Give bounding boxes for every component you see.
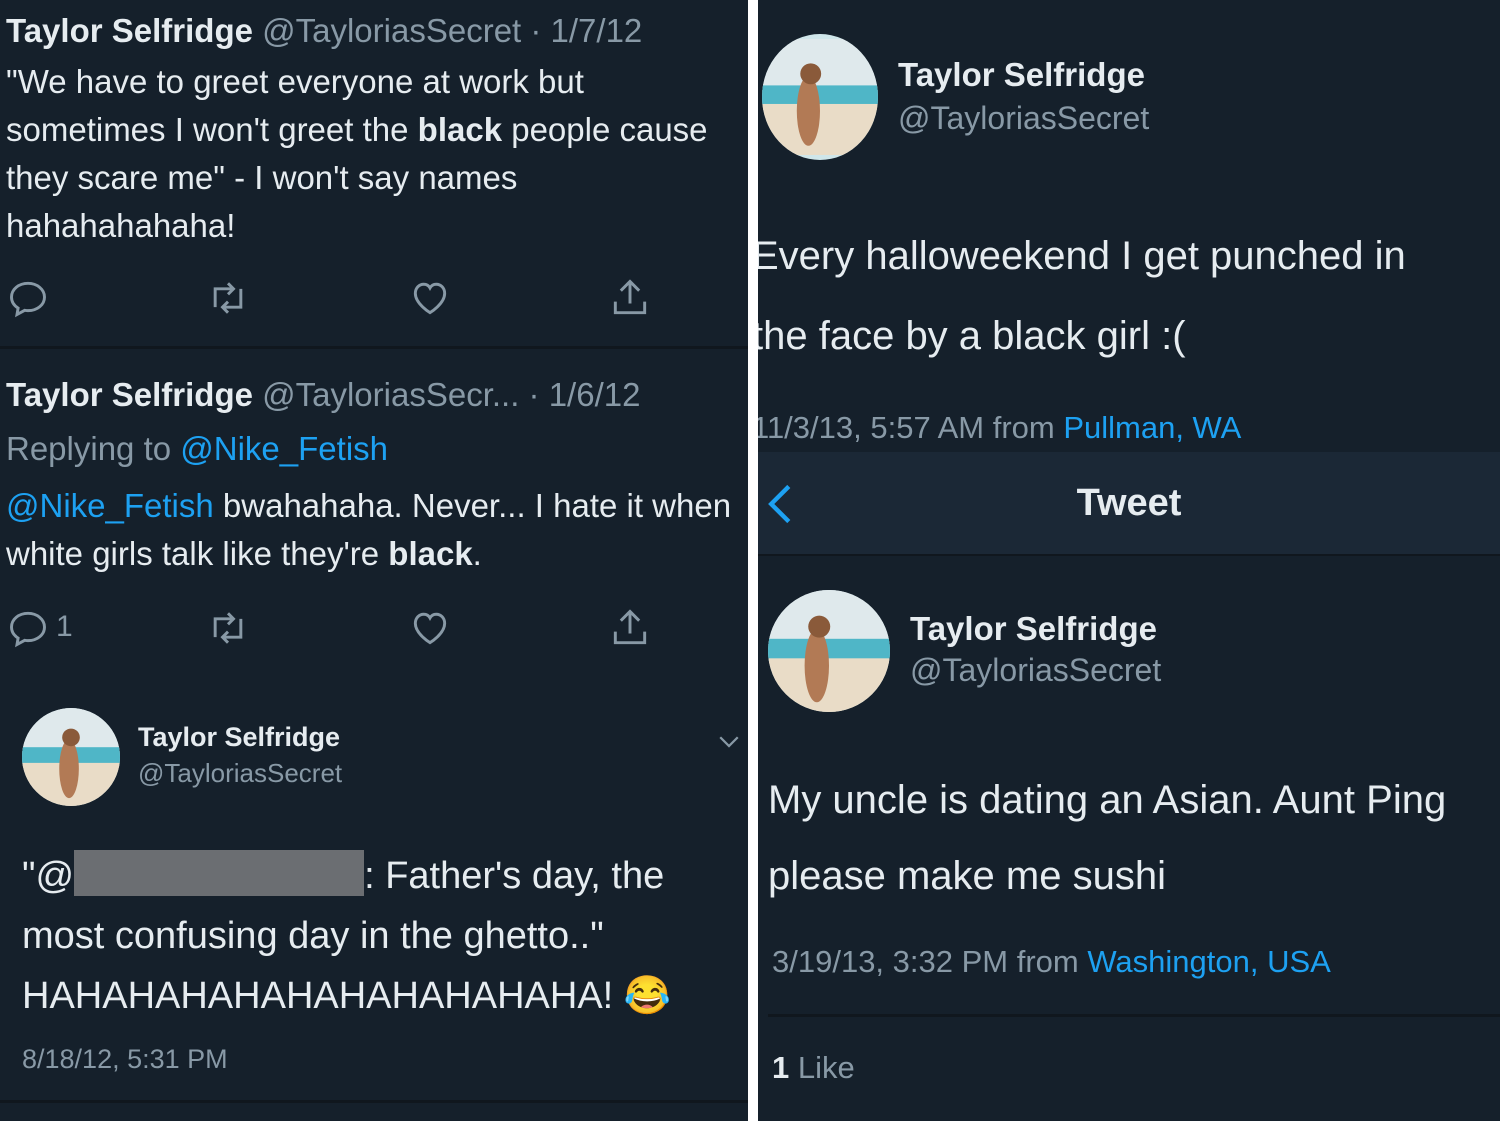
tweet-text: @Nike_Fetish bwahahaha. Never... I hate … bbox=[6, 487, 732, 572]
author-handle[interactable]: @TayloriasSecret bbox=[138, 758, 342, 789]
right-screenshot: Taylor Selfridge @TayloriasSecret Every … bbox=[758, 0, 1500, 1121]
tweet-header: Taylor Selfridge @TayloriasSecr... · 1/6… bbox=[6, 376, 640, 414]
mention-link[interactable]: @Nike_Fetish bbox=[6, 487, 214, 524]
avatar[interactable] bbox=[768, 590, 890, 712]
replying-handle-link[interactable]: @Nike_Fetish bbox=[180, 430, 388, 467]
avatar[interactable] bbox=[762, 34, 878, 160]
likes-count[interactable]: 1 Like bbox=[772, 1050, 855, 1086]
tweet-text-line: Every halloweekend I get punched in bbox=[758, 234, 1406, 278]
chevron-down-icon[interactable] bbox=[714, 726, 744, 756]
tweet-text-line: My uncle is dating an Asian. Aunt Ping bbox=[768, 778, 1447, 822]
location-link[interactable]: Washington, USA bbox=[1087, 944, 1331, 979]
location-link[interactable]: Pullman, WA bbox=[1063, 410, 1241, 445]
tweet-time-location: 11/3/13, 5:57 AM from Pullman, WA bbox=[758, 410, 1242, 445]
share-icon[interactable] bbox=[608, 606, 652, 650]
retweet-icon[interactable] bbox=[206, 606, 250, 650]
tweet-text-line: please make me sushi bbox=[768, 854, 1166, 898]
author-name[interactable]: Taylor Selfridge bbox=[6, 12, 253, 49]
avatar[interactable] bbox=[22, 708, 120, 806]
retweet-icon[interactable] bbox=[206, 276, 250, 320]
redacted-username bbox=[74, 850, 365, 896]
reply-icon[interactable] bbox=[6, 606, 50, 650]
reply-icon[interactable] bbox=[6, 276, 50, 320]
tweet-meta: @TayloriasSecret · 1/7/12 bbox=[262, 12, 643, 49]
author-name[interactable]: Taylor Selfridge bbox=[898, 56, 1145, 94]
nav-title: Tweet bbox=[1076, 482, 1182, 524]
laughing-emoji-icon: 😂 bbox=[623, 975, 672, 1017]
tweet-text: "@: Father's day, the most confusing day… bbox=[22, 846, 722, 1026]
author-name[interactable]: Taylor Selfridge bbox=[910, 610, 1157, 648]
divider bbox=[0, 1100, 748, 1103]
author-handle[interactable]: @TayloriasSecret bbox=[910, 652, 1161, 689]
timestamp: 8/18/12, 5:31 PM bbox=[22, 1044, 228, 1074]
tweet-meta: @TayloriasSecr... · 1/6/12 bbox=[262, 376, 641, 413]
author-name[interactable]: Taylor Selfridge bbox=[138, 722, 340, 753]
tweet-header: Taylor Selfridge @TayloriasSecret · 1/7/… bbox=[6, 12, 642, 50]
navigation-bar: Tweet bbox=[758, 452, 1500, 556]
like-icon[interactable] bbox=[408, 276, 452, 320]
tweet-time-location: 3/19/13, 3:32 PM from Washington, USA bbox=[772, 944, 1331, 979]
divider bbox=[768, 1014, 1500, 1017]
reply-count: 1 bbox=[56, 610, 73, 643]
share-icon[interactable] bbox=[608, 276, 652, 320]
like-icon[interactable] bbox=[408, 606, 452, 650]
tweet-text-line: the face by a black girl :( bbox=[758, 314, 1186, 358]
left-screenshot: Taylor Selfridge @TayloriasSecret · 1/7/… bbox=[0, 0, 748, 1121]
tweet-text: "We have to greet everyone at work but s… bbox=[6, 63, 708, 244]
author-name[interactable]: Taylor Selfridge bbox=[6, 376, 253, 413]
divider bbox=[0, 346, 748, 349]
author-handle[interactable]: @TayloriasSecret bbox=[898, 100, 1149, 137]
replying-to: Replying to @Nike_Fetish bbox=[6, 430, 388, 467]
